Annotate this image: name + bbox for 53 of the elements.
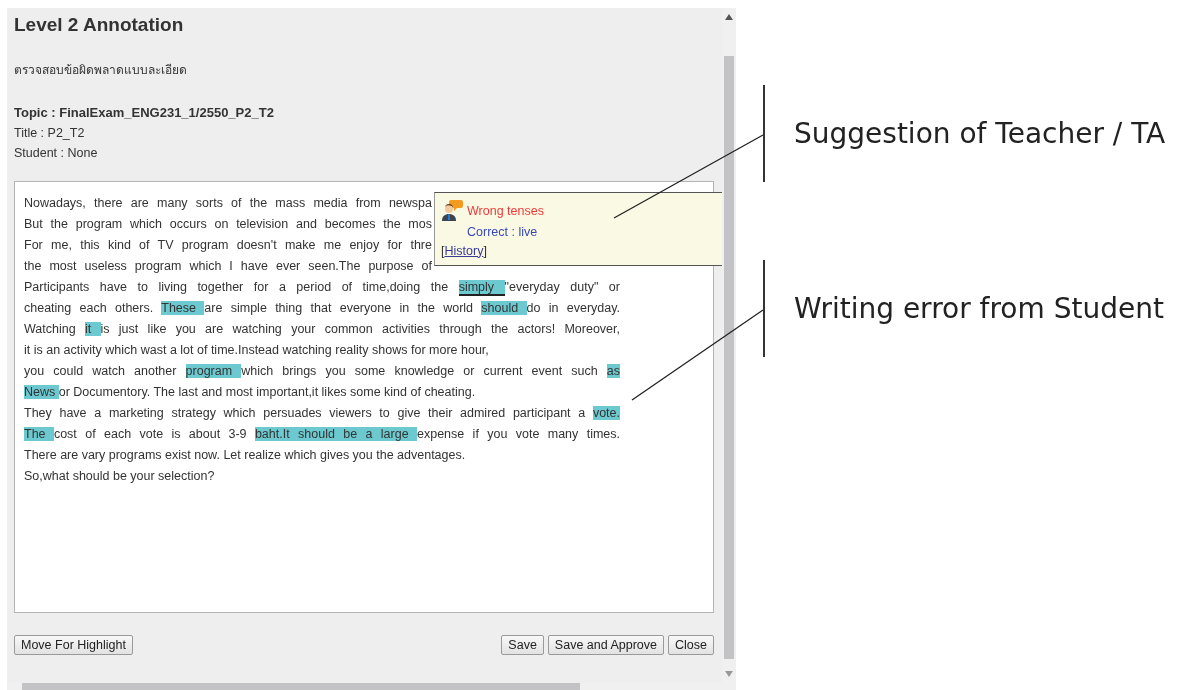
highlighted-error[interactable]: simply: [458, 280, 505, 296]
scroll-down-icon[interactable]: [725, 671, 733, 677]
essay-text: is just like you are watching your common activities through the actors! Moreover,: [100, 322, 620, 336]
essay-text: the most useless program which I have ever seen.The purpose of: [24, 259, 432, 273]
horizontal-scrollbar[interactable]: [7, 683, 736, 690]
essay-text: it is an activity which wast a lot of time.Instead watching reality shows for more hour,: [24, 343, 489, 357]
essay-text: which brings you some knowledge or current event such: [241, 364, 599, 378]
highlighted-error[interactable]: vote.: [592, 406, 620, 420]
scroll-up-icon[interactable]: [725, 14, 733, 20]
callout-label: Writing error from Student: [794, 292, 1164, 325]
essay-text: you could watch another: [24, 364, 178, 378]
essay-text: They have a marketing strategy which persuades viewers to give their admired participant a: [24, 406, 587, 420]
scrollbar-thumb[interactable]: [22, 683, 580, 690]
action-button[interactable]: Save: [501, 635, 544, 655]
essay-text: For me, this kind of TV program doesn't make me enjoy for thre: [24, 238, 432, 252]
essay-text: are simple thing that everyone in the world: [204, 301, 475, 315]
action-button[interactable]: Close: [668, 635, 714, 655]
essay-text: Watching: [24, 322, 77, 336]
essay-text: "everyday duty" or: [504, 280, 620, 294]
person-speech-icon: [441, 199, 463, 221]
highlighted-error[interactable]: The: [24, 427, 54, 441]
error-type-text: Wrong tenses: [467, 203, 545, 218]
dialog-subtitle: ตรวจสอบข้อผิดพลาดแบบละเอียด: [14, 62, 188, 79]
essay-text: But the program which occurs on television and becomes the mos: [24, 217, 432, 231]
dialog-title: Level 2 Annotation: [14, 14, 185, 37]
correction-text: Correct : live: [467, 225, 539, 241]
highlighted-error[interactable]: it: [84, 322, 101, 336]
scrollbar-thumb[interactable]: [724, 56, 734, 659]
essay-text: So,what should be your selection?: [24, 469, 215, 483]
topic-label: Topic : FinalExam_ENG231_1/2550_P2_T2: [14, 105, 275, 120]
essay-text: Nowadays, there are many sorts of the mass media from newspa: [24, 196, 432, 210]
essay-text: cost of each vote is about 3-9: [53, 427, 248, 441]
essay-text: do in everyday.: [526, 301, 620, 315]
title-label: Title : P2_T2: [14, 126, 86, 140]
highlighted-error[interactable]: These: [161, 301, 205, 315]
highlighted-error[interactable]: should: [481, 301, 527, 315]
essay-text: or Documentory. The last and most important,it likes some kind of cheating.: [58, 385, 476, 399]
student-label: Student : None: [14, 146, 99, 160]
callout-label: Suggestion of Teacher / TA: [794, 117, 1166, 150]
highlighted-error[interactable]: News: [24, 385, 59, 399]
highlight-button[interactable]: Move For Highlight: [14, 635, 133, 655]
highlighted-error[interactable]: program: [185, 364, 242, 378]
essay-text: cheating each others.: [24, 301, 155, 315]
highlighted-error[interactable]: baht.It should be a large: [254, 427, 417, 441]
essay-text: expense if you vote many times.: [417, 427, 620, 441]
action-button[interactable]: Save and Approve: [547, 635, 665, 655]
vertical-scrollbar[interactable]: [722, 8, 736, 683]
essay-text: There are vary programs exist now. Let realize which gives you the adventages.: [24, 448, 466, 462]
bracket-text: [: [441, 243, 445, 259]
highlighted-error[interactable]: as: [606, 364, 620, 378]
essay-text: Participants have to living together for a period of time,doing the: [24, 280, 450, 294]
bracket-text: ]: [483, 243, 487, 259]
essay-text-area[interactable]: [14, 181, 714, 613]
